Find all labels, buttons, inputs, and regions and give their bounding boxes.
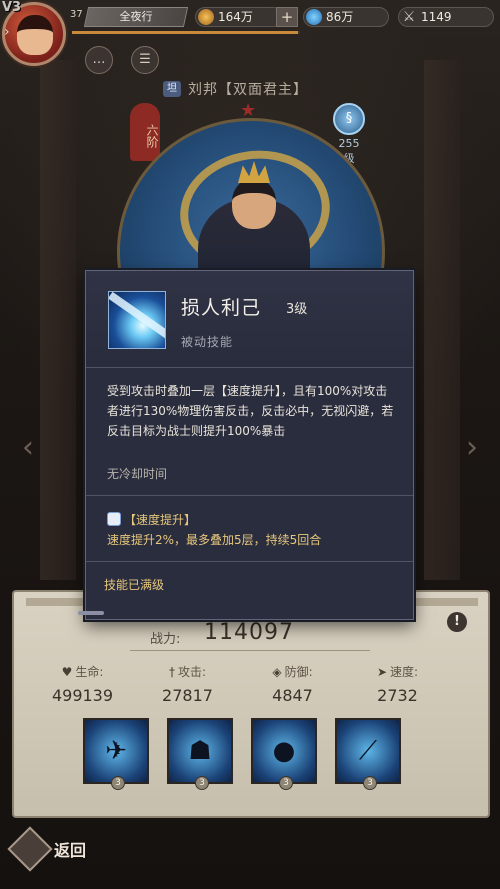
stat-label: 生命: bbox=[75, 665, 104, 679]
skill-slot-3[interactable]: ● 3 bbox=[251, 718, 317, 790]
back-arrow-icon bbox=[7, 826, 53, 872]
sword-icon: † bbox=[168, 665, 175, 679]
notes-icon: ☰ bbox=[139, 52, 151, 67]
back-button[interactable]: 返回 bbox=[7, 826, 87, 872]
stat-label: 速度: bbox=[390, 665, 419, 679]
xp-bar-fill bbox=[72, 31, 298, 34]
divider bbox=[86, 561, 413, 562]
hero-name: 刘邦【双面君主】 bbox=[188, 82, 308, 98]
shield-icon: ◈ bbox=[272, 665, 282, 679]
player-name: 全夜行 bbox=[119, 10, 153, 23]
player-level: 37 bbox=[70, 9, 83, 20]
heart-icon: ♥ bbox=[61, 665, 73, 679]
ninja-skill-icon: ☗ bbox=[188, 736, 212, 766]
top-bar: V3 › 37 全夜行 164万 + 86万 ⚔ 1149 bbox=[0, 0, 500, 66]
pillar-left bbox=[40, 60, 76, 580]
divider bbox=[130, 650, 370, 651]
gem-value: 86万 bbox=[326, 10, 354, 24]
skill-cooldown: 无冷却时间 bbox=[107, 467, 168, 481]
skills-row: ✈ 3 ☗ 3 ● 3 ⟋ 3 bbox=[83, 718, 401, 790]
stat-defense: ◈ 防御: 4847 bbox=[240, 663, 345, 705]
vip-badge: V3 bbox=[2, 0, 22, 15]
shadow-skill-icon: ● bbox=[272, 736, 296, 766]
skill-level-badge: 3 bbox=[195, 776, 209, 790]
prev-hero-arrow-icon[interactable]: ‹ bbox=[22, 430, 34, 465]
stat-speed: ➤ 速度: 2732 bbox=[345, 663, 450, 705]
boot-icon: ➤ bbox=[376, 665, 387, 679]
power-label: 战力: bbox=[150, 632, 181, 647]
divider bbox=[86, 495, 413, 496]
skill-slot-2[interactable]: ☗ 3 bbox=[167, 718, 233, 790]
skill-level-badge: 3 bbox=[111, 776, 125, 790]
expand-arrow-icon[interactable]: › bbox=[4, 24, 10, 40]
back-label: 返回 bbox=[54, 841, 87, 860]
skill-level-badge: 3 bbox=[279, 776, 293, 790]
info-button[interactable]: ! bbox=[447, 612, 467, 632]
hero-class-tag: 坦 bbox=[163, 81, 181, 97]
slash-skill-icon bbox=[108, 291, 166, 349]
gold-value: 164万 bbox=[218, 10, 253, 24]
stat-value: 4847 bbox=[272, 686, 313, 705]
player-name-box: 全夜行 bbox=[83, 7, 189, 27]
skill-slot-1[interactable]: ✈ 3 bbox=[83, 718, 149, 790]
stat-hp: ♥ 生命: 499139 bbox=[30, 663, 135, 705]
hero-rank-badge: 六阶 bbox=[130, 103, 160, 161]
stat-value: 27817 bbox=[162, 686, 213, 705]
divider bbox=[86, 367, 413, 368]
hero-level-number: 255 bbox=[338, 137, 360, 150]
skill-type: 被动技能 bbox=[181, 335, 234, 349]
power-counter: ⚔ 1149 bbox=[398, 7, 494, 27]
skill-tooltip-popup: 损人利己 3级 被动技能 受到攻击时叠加一层【速度提升】，且有100%对攻击者进… bbox=[78, 270, 414, 620]
add-gold-button[interactable]: + bbox=[276, 7, 298, 27]
slash-skill-icon: ⟋ bbox=[358, 736, 378, 766]
gem-counter: 86万 bbox=[303, 7, 389, 27]
cannon-skill-icon: ✈ bbox=[105, 736, 127, 766]
xp-bar bbox=[72, 31, 300, 34]
level-orb-icon: § bbox=[333, 103, 365, 135]
buff-description: 速度提升2%，最多叠加5层，持续5回合 bbox=[107, 533, 322, 547]
buff-title-text: 【速度提升】 bbox=[124, 513, 197, 527]
skill-maxed-text: 技能已满级 bbox=[104, 578, 165, 592]
stat-value: 2732 bbox=[377, 686, 418, 705]
buff-title: 【速度提升】 bbox=[107, 511, 196, 528]
speed-buff-icon bbox=[107, 512, 121, 526]
gold-counter: 164万 bbox=[195, 7, 283, 27]
skill-level: 3级 bbox=[286, 302, 308, 317]
notes-button[interactable]: ☰ bbox=[131, 46, 159, 74]
chat-button[interactable]: … bbox=[85, 46, 113, 74]
next-hero-arrow-icon[interactable]: › bbox=[466, 430, 478, 465]
scroll-indicator bbox=[78, 611, 104, 615]
chat-icon: … bbox=[92, 52, 106, 67]
stat-label: 攻击: bbox=[177, 665, 207, 679]
power-value: 1149 bbox=[421, 10, 452, 24]
stat-attack: † 攻击: 27817 bbox=[135, 663, 240, 705]
stats-row: ♥ 生命: 499139 † 攻击: 27817 ◈ 防御: 4847 ➤ 速度: 27… bbox=[30, 663, 470, 705]
skill-slot-4[interactable]: ⟋ 3 bbox=[335, 718, 401, 790]
gem-icon bbox=[306, 9, 322, 25]
skill-description: 受到攻击时叠加一层【速度提升】，且有100%对攻击者进行130%物理伤害反击，反… bbox=[107, 384, 394, 438]
gold-coin-icon bbox=[198, 9, 214, 25]
stat-label: 防御: bbox=[284, 665, 313, 679]
combat-power-value: 114097 bbox=[204, 620, 294, 645]
skill-level-badge: 3 bbox=[363, 776, 377, 790]
skill-name: 损人利己 bbox=[181, 297, 262, 319]
crossed-swords-icon: ⚔ bbox=[402, 9, 416, 25]
pillar-right bbox=[424, 60, 460, 580]
stat-value: 499139 bbox=[51, 686, 114, 705]
hero-head bbox=[232, 179, 276, 229]
avatar-face bbox=[17, 15, 53, 55]
